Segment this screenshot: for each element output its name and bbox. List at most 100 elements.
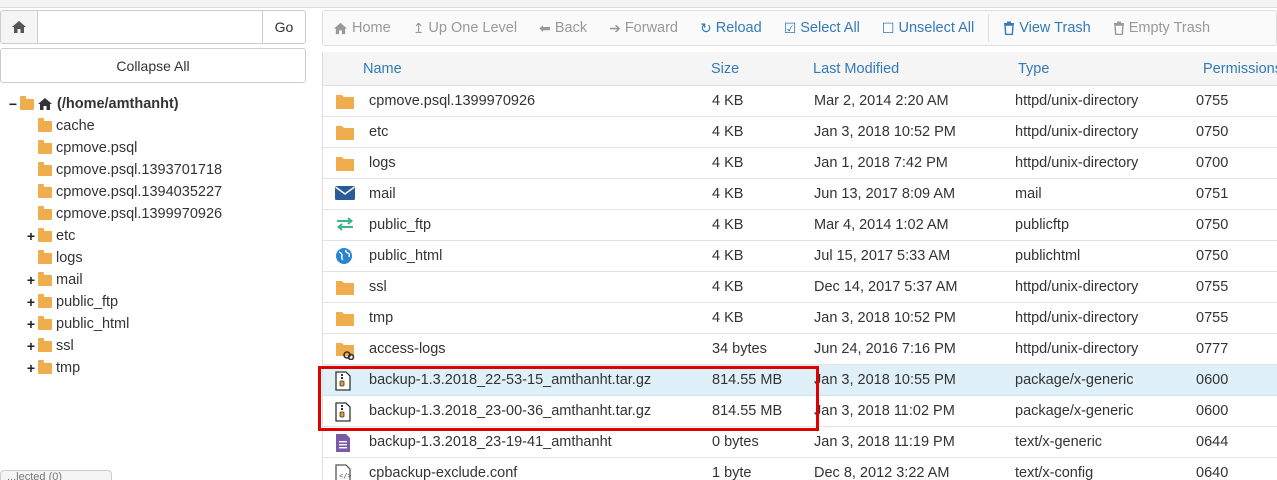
tree-item[interactable]: cache (0, 115, 310, 137)
column-header-type[interactable]: Type (1018, 61, 1049, 77)
folder-icon (38, 227, 52, 242)
expand-toggle[interactable]: + (26, 360, 36, 376)
collapse-all-button[interactable]: Collapse All (0, 48, 306, 83)
file-type: httpd/unix-directory (1015, 155, 1139, 171)
tree-item[interactable]: + public_html (0, 313, 310, 335)
tree-item-label: public_ftp (56, 294, 119, 310)
home-icon (12, 21, 26, 33)
toolbar-separator (988, 14, 990, 42)
file-last-modified: Dec 14, 2017 5:37 AM (814, 279, 958, 295)
column-header-last-modified[interactable]: Last Modified (813, 61, 899, 77)
tree-item-label: (/home/amthanht) (57, 96, 179, 112)
file-size: 4 KB (712, 217, 744, 233)
tree-item-label: public_html (56, 316, 130, 332)
toolbar-empty-trash-button[interactable]: Empty Trash (1113, 20, 1210, 36)
tree-item[interactable]: + mail (0, 269, 310, 291)
file-name: public_ftp (369, 217, 432, 233)
file-last-modified: Mar 4, 2014 1:02 AM (814, 217, 949, 233)
archive-icon (335, 402, 355, 422)
file-row[interactable]: etc 4 KB Jan 3, 2018 10:52 PM httpd/unix-di… (323, 117, 1277, 148)
toolbar-unselect-all-label: Unselect All (898, 20, 975, 36)
tree-item-label: cpmove.psql.1393701718 (56, 162, 223, 178)
tree-item[interactable]: + etc (0, 225, 310, 247)
file-permissions: 0755 (1196, 93, 1229, 109)
folder-icon (38, 117, 52, 132)
tree-item[interactable]: cpmove.psql.1393701718 (0, 159, 310, 181)
file-row[interactable]: logs 4 KB Jan 1, 2018 7:42 PM httpd/unix-di… (323, 148, 1277, 179)
file-type: httpd/unix-directory (1015, 310, 1139, 326)
folder-icon (38, 161, 52, 176)
column-header-permissions[interactable]: Permissions (1203, 61, 1277, 77)
file-row[interactable]: </> cpbackup-exclude.conf 1 byte Dec 8, 201… (323, 458, 1277, 480)
toolbar-home-button[interactable]: Home (333, 20, 391, 36)
expand-toggle[interactable]: + (26, 228, 36, 244)
tree-item-label: cpmove.psql (56, 140, 138, 156)
file-row[interactable]: backup-1.3.2018_22-53-15_amthanht.tar.gz… (323, 365, 1277, 396)
collapse-toggle[interactable]: − (8, 96, 18, 112)
file-row[interactable]: cpmove.psql.1399970926 4 KB Mar 2, 2014 2:… (323, 86, 1277, 117)
file-row[interactable]: mail 4 KB Jun 13, 2017 8:09 AM mail 0751 (323, 179, 1277, 210)
file-row[interactable]: access-logs 34 bytes Jun 24, 2016 7:16 PM h… (323, 334, 1277, 365)
file-permissions: 0600 (1196, 403, 1229, 419)
toolbar-select-all-label: Select All (800, 20, 860, 36)
file-row[interactable]: ssl 4 KB Dec 14, 2017 5:37 AM httpd/unix-di… (323, 272, 1277, 303)
tree-item-label: mail (56, 272, 83, 288)
home-dir-button[interactable] (0, 10, 38, 44)
toolbar-home-label: Home (352, 20, 391, 36)
file-last-modified: Jun 13, 2017 8:09 AM (814, 186, 956, 202)
toolbar-forward-button[interactable]: ➔ Forward (609, 20, 678, 37)
folder-icon (335, 309, 355, 329)
file-manager-panel: Home ↥ Up One Level ⬅ Back ➔ Forward ↻ R… (322, 10, 1277, 480)
file-type: httpd/unix-directory (1015, 93, 1139, 109)
expand-toggle[interactable]: + (26, 294, 36, 310)
archive-icon (335, 371, 355, 391)
file-name: access-logs (369, 341, 446, 357)
file-type: httpd/unix-directory (1015, 124, 1139, 140)
file-type: package/x-generic (1015, 372, 1134, 388)
expand-toggle[interactable]: + (26, 272, 36, 288)
tree-item[interactable]: logs (0, 247, 310, 269)
file-size: 0 bytes (712, 434, 759, 450)
file-row[interactable]: public_ftp 4 KB Mar 4, 2014 1:02 AM publicf… (323, 210, 1277, 241)
file-last-modified: Jun 24, 2016 7:16 PM (814, 341, 956, 357)
tree-item[interactable]: cpmove.psql (0, 137, 310, 159)
tree-item-label: cpmove.psql.1399970926 (56, 206, 223, 222)
file-permissions: 0750 (1196, 124, 1229, 140)
tree-item[interactable]: cpmove.psql.1394035227 (0, 181, 310, 203)
path-input[interactable] (38, 10, 262, 44)
expand-toggle[interactable]: + (26, 338, 36, 354)
toolbar-select-all-button[interactable]: ☑ Select All (784, 20, 860, 37)
directory-tree: − (/home/amthanht) cache cpmove.psql cpmove.… (0, 93, 310, 379)
file-table: Name Size Last Modified Type Permissions… (322, 52, 1277, 480)
tree-item-label: etc (56, 228, 76, 244)
home-icon (37, 97, 53, 111)
file-type: httpd/unix-directory (1015, 279, 1139, 295)
toolbar-up-button[interactable]: ↥ Up One Level (413, 20, 517, 37)
tree-item[interactable]: + tmp (0, 357, 310, 379)
toolbar-back-button[interactable]: ⬅ Back (539, 20, 587, 37)
file-row[interactable]: backup-1.3.2018_23-00-36_amthanht.tar.gz… (323, 396, 1277, 427)
toolbar-view-trash-button[interactable]: View Trash (1003, 20, 1091, 36)
tree-root[interactable]: − (/home/amthanht) (0, 93, 310, 115)
toolbar-forward-label: Forward (624, 20, 678, 36)
globe-icon (335, 247, 355, 267)
file-row[interactable]: backup-1.3.2018_23-19-41_amthanht 0 bytes… (323, 427, 1277, 458)
file-permissions: 0644 (1196, 434, 1229, 450)
tree-item[interactable]: + ssl (0, 335, 310, 357)
toolbar-unselect-all-button[interactable]: ☐ Unselect All (882, 20, 974, 37)
toolbar-view-trash-label: View Trash (1019, 20, 1091, 36)
go-button[interactable]: Go (262, 10, 306, 44)
file-permissions: 0600 (1196, 372, 1229, 388)
column-header-name[interactable]: Name (363, 61, 402, 77)
toolbar-back-label: Back (554, 20, 588, 36)
text-file-icon (335, 433, 355, 453)
file-name: ssl (369, 279, 387, 295)
toolbar-reload-button[interactable]: ↻ Reload (700, 20, 762, 37)
column-header-size[interactable]: Size (711, 61, 739, 77)
tree-item[interactable]: cpmove.psql.1399970926 (0, 203, 310, 225)
reload-icon: ↻ (700, 19, 712, 36)
tree-item[interactable]: + public_ftp (0, 291, 310, 313)
file-row[interactable]: public_html 4 KB Jul 15, 2017 5:33 AM publi… (323, 241, 1277, 272)
file-row[interactable]: tmp 4 KB Jan 3, 2018 10:52 PM httpd/unix-di… (323, 303, 1277, 334)
expand-toggle[interactable]: + (26, 316, 36, 332)
